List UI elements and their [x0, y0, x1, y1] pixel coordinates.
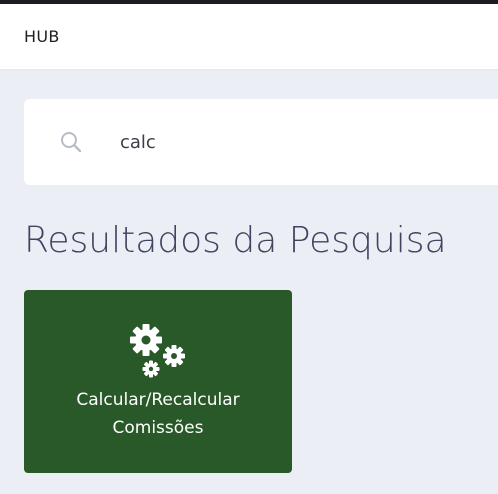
result-tile-label-line1: Calcular/Recalcular [76, 390, 240, 410]
result-tile-label-line2: Comissões [112, 418, 204, 438]
app-header: HUB [0, 4, 498, 69]
search-icon [59, 130, 83, 154]
gears-icon [126, 320, 188, 378]
search-input[interactable] [106, 122, 494, 162]
brand-logo[interactable]: HUB [24, 27, 60, 46]
page-title: Resultados da Pesquisa [24, 220, 447, 261]
result-tile-label: Calcular/Recalcular Comissões [24, 386, 292, 442]
result-tile-calcular-comissoes[interactable] [24, 290, 292, 473]
